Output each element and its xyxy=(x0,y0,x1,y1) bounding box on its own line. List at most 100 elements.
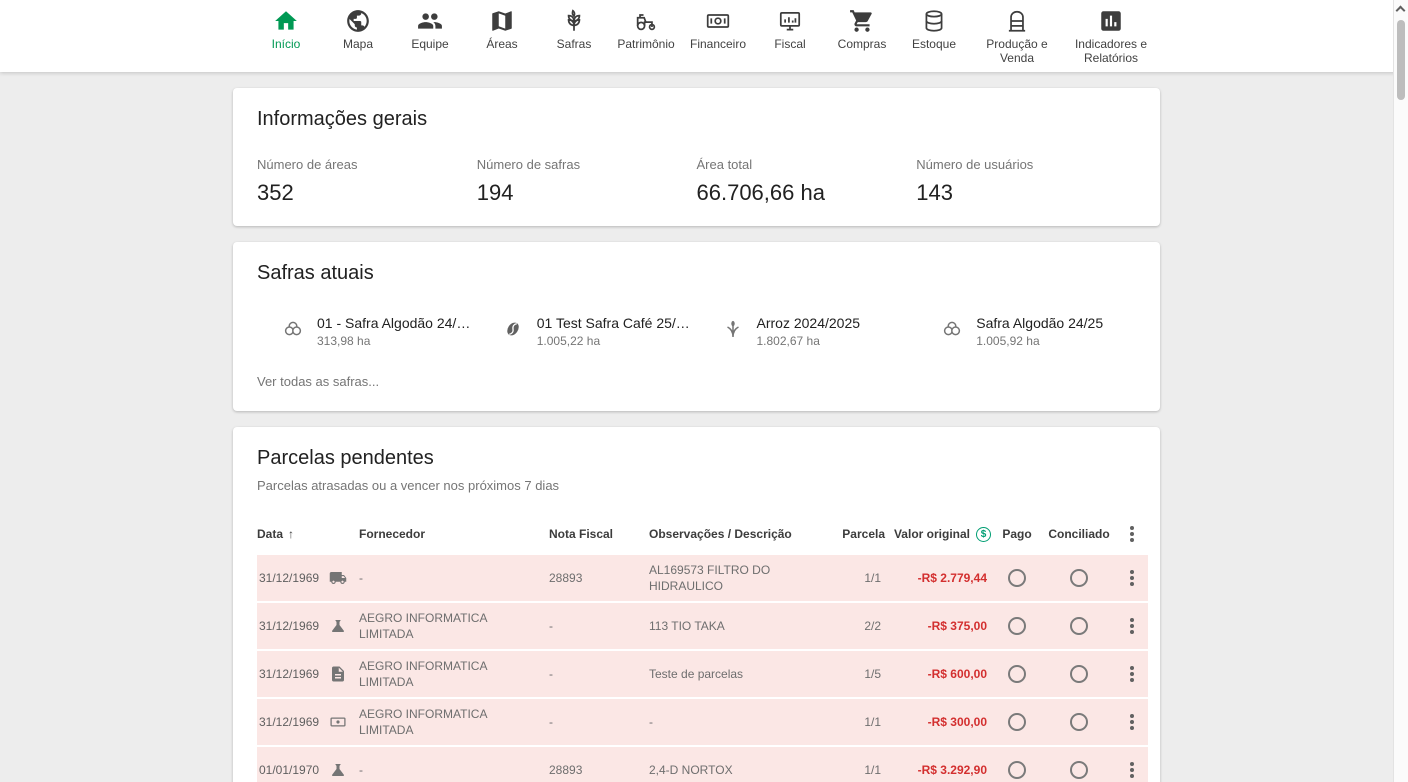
cell-description: 113 TIO TAKA xyxy=(649,618,841,634)
column-header-parcela[interactable]: Parcela xyxy=(841,527,885,541)
nav-item-patrimonio[interactable]: Patrimônio xyxy=(617,7,675,51)
cell-supplier: AEGRO INFORMATICA LIMITADA xyxy=(359,658,549,690)
row-menu-button[interactable] xyxy=(1115,760,1148,780)
top-navigation: Início Mapa Equipe Áreas Safras Patrimôn… xyxy=(0,0,1408,72)
banknote-icon xyxy=(329,713,349,731)
safra-area: 313,98 ha xyxy=(317,334,470,348)
vertical-scrollbar[interactable] xyxy=(1393,0,1408,782)
current-crops-card: Safras atuais 01 - Safra Algodão 24/… 31… xyxy=(233,242,1160,411)
paid-radio[interactable] xyxy=(1008,617,1026,635)
reconciled-radio[interactable] xyxy=(1070,761,1088,779)
installment-row[interactable]: 31/12/1969 - 28893 AL169573 FILTRO DO HI… xyxy=(257,555,1148,603)
main-content: Informações gerais Número de áreas 352 N… xyxy=(0,72,1393,782)
kebab-menu-icon xyxy=(1130,768,1134,772)
safra-item-algodao-1[interactable]: 01 - Safra Algodão 24/… 313,98 ha xyxy=(257,315,477,348)
cell-supplier: - xyxy=(359,570,549,586)
table-header-row: Data ↑ Fornecedor Nota Fiscal Observaçõe… xyxy=(257,513,1148,555)
nav-item-financeiro[interactable]: Financeiro xyxy=(689,7,747,51)
column-header-fornecedor[interactable]: Fornecedor xyxy=(359,527,549,541)
nav-item-inicio[interactable]: Início xyxy=(257,7,315,51)
cell-invoice: 28893 xyxy=(549,570,649,586)
column-header-nota-fiscal[interactable]: Nota Fiscal xyxy=(549,527,649,541)
installment-row[interactable]: 01/01/1970 - 28893 2,4-D NORTOX 1/1 -R$ … xyxy=(257,747,1148,782)
nav-label-mapa: Mapa xyxy=(343,37,373,51)
nav-item-fiscal[interactable]: Fiscal xyxy=(761,7,819,51)
cell-value: -R$ 2.779,44 xyxy=(885,570,991,586)
wheat-icon xyxy=(561,7,587,34)
cell-description: 2,4-D NORTOX xyxy=(649,762,841,778)
safra-name: 01 - Safra Algodão 24/… xyxy=(317,315,470,331)
installment-row[interactable]: 31/12/1969 AEGRO INFORMATICA LIMITADA - … xyxy=(257,699,1148,747)
kebab-menu-icon xyxy=(1130,672,1134,676)
cell-invoice: - xyxy=(549,714,649,730)
database-icon xyxy=(921,7,947,34)
paid-radio[interactable] xyxy=(1008,713,1026,731)
pending-installments-title: Parcelas pendentes xyxy=(257,447,1148,470)
safra-area: 1.802,67 ha xyxy=(757,334,861,348)
cell-value: -R$ 3.292,90 xyxy=(885,762,991,778)
scrollbar-thumb[interactable] xyxy=(1397,20,1405,100)
cell-supplier: AEGRO INFORMATICA LIMITADA xyxy=(359,706,549,738)
nav-item-safras[interactable]: Safras xyxy=(545,7,603,51)
installment-row[interactable]: 31/12/1969 AEGRO INFORMATICA LIMITADA - … xyxy=(257,651,1148,699)
nav-item-mapa[interactable]: Mapa xyxy=(329,7,387,51)
truck-icon xyxy=(329,569,349,587)
paid-radio[interactable] xyxy=(1008,761,1026,779)
safra-area: 1.005,92 ha xyxy=(976,334,1103,348)
stat-areas-value: 352 xyxy=(257,180,477,206)
safra-item-arroz[interactable]: Arroz 2024/2025 1.802,67 ha xyxy=(697,315,917,348)
reconciled-radio[interactable] xyxy=(1070,617,1088,635)
map-icon xyxy=(489,7,515,34)
monitor-chart-icon xyxy=(777,7,803,34)
row-menu-button[interactable] xyxy=(1115,712,1148,732)
safra-name: Safra Algodão 24/25 xyxy=(976,315,1103,331)
cotton-icon xyxy=(940,317,964,341)
safra-item-algodao-2[interactable]: Safra Algodão 24/25 1.005,92 ha xyxy=(916,315,1136,348)
home-icon xyxy=(273,7,299,34)
installment-row[interactable]: 31/12/1969 AEGRO INFORMATICA LIMITADA - … xyxy=(257,603,1148,651)
table-header-menu-button[interactable] xyxy=(1115,532,1148,536)
reconciled-radio[interactable] xyxy=(1070,569,1088,587)
stat-areas-label: Número de áreas xyxy=(257,157,477,172)
cell-invoice: - xyxy=(549,666,649,682)
nav-label-equipe: Equipe xyxy=(411,37,448,51)
people-icon xyxy=(417,7,443,34)
nav-label-patrimonio: Patrimônio xyxy=(617,37,674,51)
reconciled-radio[interactable] xyxy=(1070,713,1088,731)
nav-item-producao-venda[interactable]: Produção e Venda xyxy=(977,7,1057,66)
safra-area: 1.005,22 ha xyxy=(537,334,690,348)
sort-ascending-icon: ↑ xyxy=(288,527,294,541)
pending-installments-subtitle: Parcelas atrasadas ou a vencer nos próxi… xyxy=(257,478,1148,493)
column-header-observacoes[interactable]: Observações / Descrição xyxy=(649,527,841,541)
nav-label-fiscal: Fiscal xyxy=(774,37,805,51)
general-info-card: Informações gerais Número de áreas 352 N… xyxy=(233,88,1160,226)
see-all-safras-link[interactable]: Ver todas as safras... xyxy=(257,374,379,389)
column-header-data[interactable]: Data ↑ xyxy=(257,527,329,541)
paid-radio[interactable] xyxy=(1008,665,1026,683)
flask-icon xyxy=(329,761,349,779)
cotton-icon xyxy=(281,317,305,341)
row-menu-button[interactable] xyxy=(1115,616,1148,636)
nav-item-indicadores-relatorios[interactable]: Indicadores e Relatórios xyxy=(1071,7,1151,66)
nav-label-compras: Compras xyxy=(838,37,887,51)
column-header-pago[interactable]: Pago xyxy=(991,527,1043,541)
row-menu-button[interactable] xyxy=(1115,664,1148,684)
reconciled-radio[interactable] xyxy=(1070,665,1088,683)
nav-item-equipe[interactable]: Equipe xyxy=(401,7,459,51)
cell-date: 31/12/1969 xyxy=(257,714,329,730)
column-header-valor-original[interactable]: Valor original $ xyxy=(885,527,991,542)
cell-invoice: - xyxy=(549,618,649,634)
nav-item-areas[interactable]: Áreas xyxy=(473,7,531,51)
nav-label-indicadores-relatorios: Indicadores e Relatórios xyxy=(1071,37,1151,66)
scroll-up-arrow-icon[interactable] xyxy=(1396,6,1406,16)
nav-item-compras[interactable]: Compras xyxy=(833,7,891,51)
flask-icon xyxy=(329,617,349,635)
nav-label-producao-venda: Produção e Venda xyxy=(977,37,1057,66)
row-menu-button[interactable] xyxy=(1115,568,1148,588)
cell-date: 31/12/1969 xyxy=(257,618,329,634)
paid-radio[interactable] xyxy=(1008,569,1026,587)
column-header-conciliado[interactable]: Conciliado xyxy=(1043,527,1115,541)
safra-item-cafe[interactable]: 01 Test Safra Café 25/… 1.005,22 ha xyxy=(477,315,697,348)
nav-item-estoque[interactable]: Estoque xyxy=(905,7,963,51)
stat-area-total: Área total 66.706,66 ha xyxy=(697,157,917,206)
